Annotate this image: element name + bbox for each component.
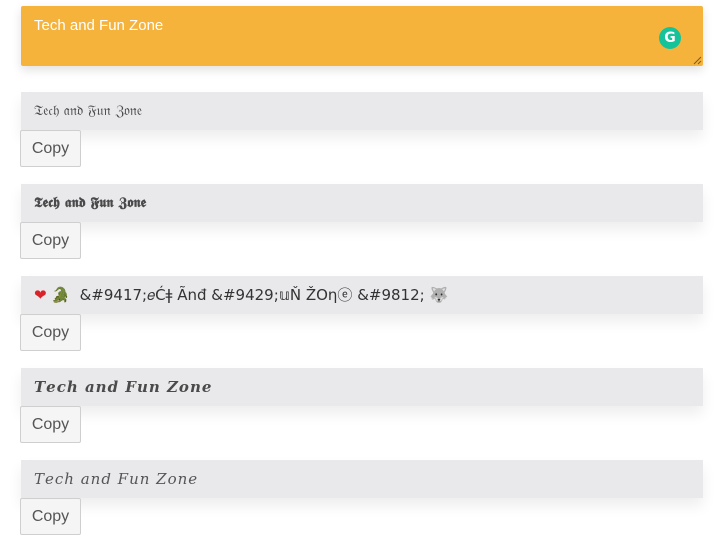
result-row-bold-fraktur: 𝕿𝖊𝖈𝖍 𝖆𝖓𝖉 𝕱𝖚𝖓 𝖅𝖔𝖓𝖊: [21, 184, 703, 222]
font-generator-page: Tech and Fun Zone G 𝔗𝔢𝔠𝔥 𝔞𝔫𝔡 𝔉𝔲𝔫 ℨ𝔬𝔫𝔢 Co…: [0, 0, 722, 542]
copy-button[interactable]: Copy: [20, 130, 81, 167]
result-row-italic: 𝑇𝑒𝑐ℎ 𝑎𝑛𝑑 𝐹𝑢𝑛 𝑍𝑜𝑛𝑒: [21, 460, 703, 498]
styled-text: 𝕿𝖊𝖈𝖍 𝖆𝖓𝖉 𝕱𝖚𝖓 𝖅𝖔𝖓𝖊: [34, 195, 147, 211]
grammarly-icon[interactable]: G: [659, 27, 681, 49]
styled-text: 𝔗𝔢𝔠𝔥 𝔞𝔫𝔡 𝔉𝔲𝔫 ℨ𝔬𝔫𝔢: [34, 103, 143, 119]
heart-icon: ❤: [34, 286, 47, 304]
result-row-bold-italic: 𝑻𝒆𝒄𝒉 𝒂𝒏𝒅 𝑭𝒖𝒏 𝒁𝒐𝒏𝒆: [21, 368, 703, 406]
copy-button[interactable]: Copy: [20, 222, 81, 259]
copy-button[interactable]: Copy: [20, 406, 81, 443]
styled-text-container: ❤ 🐊 &#9417;𝑒Ćǂ Ãnđ &#9429;𝕦Ň ŽOηⓔ &#9812…: [34, 276, 448, 314]
styled-text: &#9417;𝑒Ćǂ Ãnđ &#9429;𝕦Ň ŽOηⓔ &#9812;: [79, 286, 425, 304]
wolf-icon: 🐺: [429, 286, 449, 304]
copy-button[interactable]: Copy: [20, 314, 81, 351]
text-input-area[interactable]: Tech and Fun Zone G: [21, 6, 703, 66]
input-value: Tech and Fun Zone: [34, 17, 164, 34]
styled-text: 𝑻𝒆𝒄𝒉 𝒂𝒏𝒅 𝑭𝒖𝒏 𝒁𝒐𝒏𝒆: [34, 378, 213, 396]
result-row-fancy-emoji: ❤ 🐊 &#9417;𝑒Ćǂ Ãnđ &#9429;𝕦Ň ŽOηⓔ &#9812…: [21, 276, 703, 314]
resize-handle-icon[interactable]: [693, 56, 702, 65]
result-row-fraktur: 𝔗𝔢𝔠𝔥 𝔞𝔫𝔡 𝔉𝔲𝔫 ℨ𝔬𝔫𝔢: [21, 92, 703, 130]
styled-text: 𝑇𝑒𝑐ℎ 𝑎𝑛𝑑 𝐹𝑢𝑛 𝑍𝑜𝑛𝑒: [34, 470, 199, 488]
copy-button[interactable]: Copy: [20, 498, 81, 535]
crocodile-icon: 🐊: [51, 286, 71, 304]
